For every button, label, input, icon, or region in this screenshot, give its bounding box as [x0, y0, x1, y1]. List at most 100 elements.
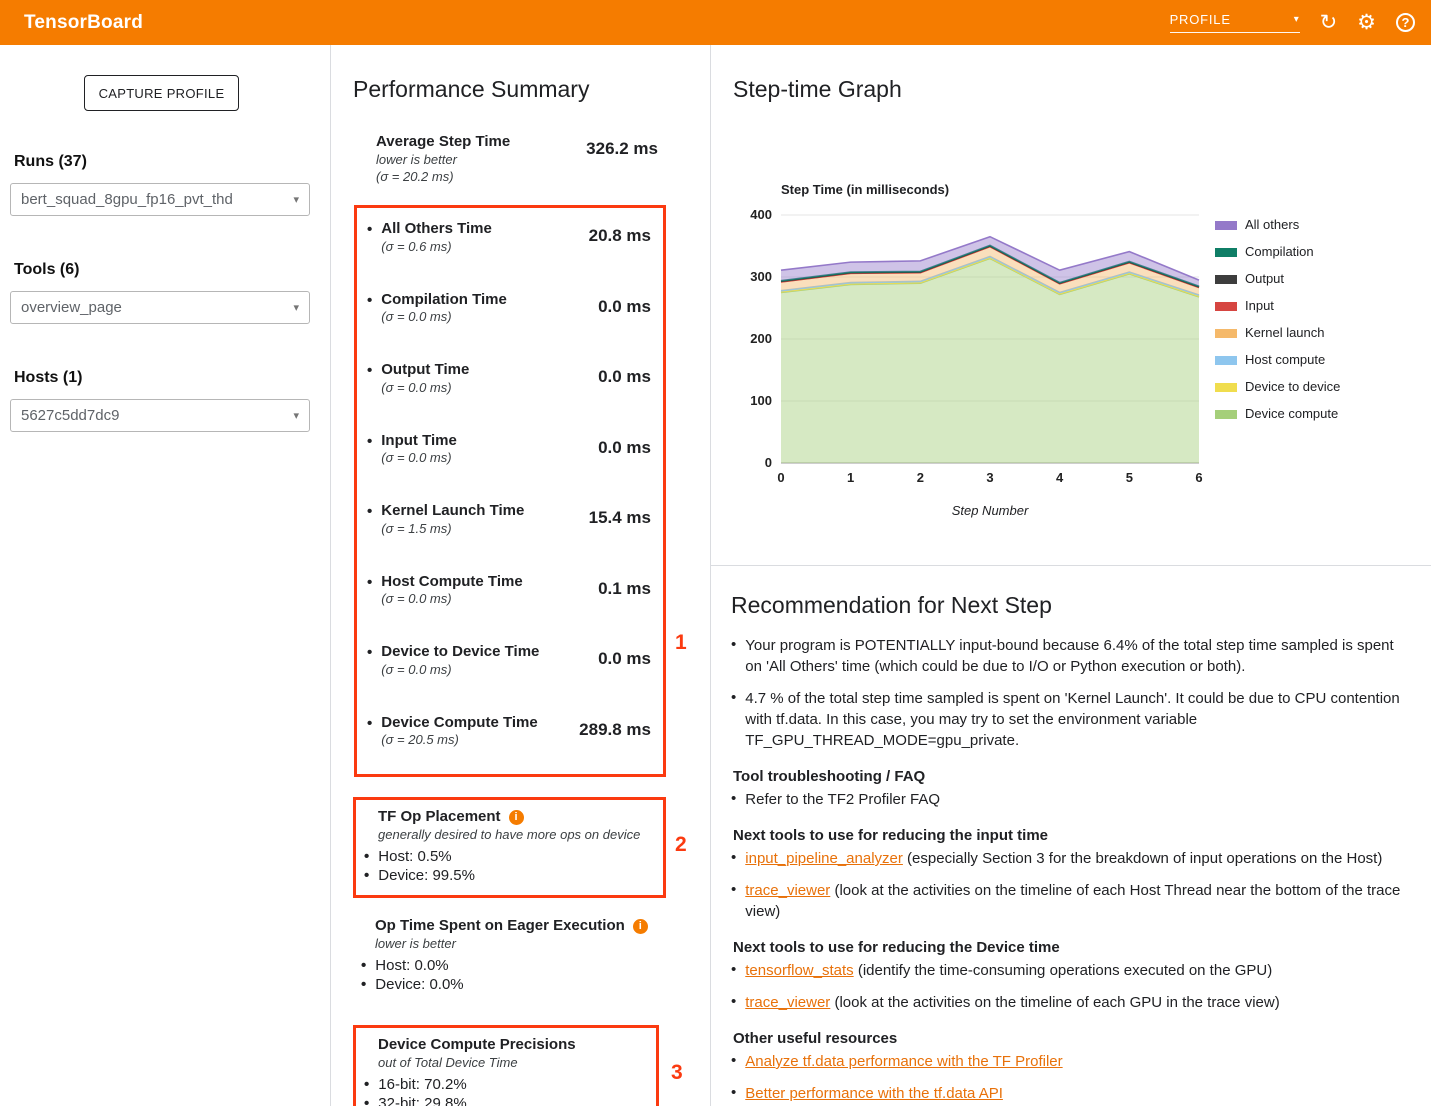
trace-viewer-link[interactable]: trace_viewer [745, 882, 830, 899]
other-resources-heading: Other useful resources [733, 1030, 1411, 1047]
legend-swatch [1215, 356, 1237, 365]
legend-swatch [1215, 302, 1237, 311]
svg-text:1: 1 [847, 470, 854, 485]
bullet-icon [731, 635, 736, 677]
precisions-note: out of Total Device Time [378, 1055, 646, 1072]
info-icon[interactable]: i [509, 810, 524, 825]
annotation-number-1: 1 [675, 631, 687, 655]
tf-op-placement-device: Device: 99.5% [364, 866, 653, 886]
faq-heading: Tool troubleshooting / FAQ [733, 768, 1411, 785]
sidebar: CAPTURE PROFILE Runs (37) bert_squad_8gp… [0, 45, 330, 1106]
recommendation-section: Recommendation for Next Step Your progra… [711, 566, 1431, 1104]
legend-item: Output [1215, 272, 1340, 287]
bullet-icon [731, 992, 736, 1013]
metric-value: 289.8 ms [579, 714, 651, 785]
input-pipeline-analyzer-link[interactable]: input_pipeline_analyzer [745, 850, 903, 867]
step-time-graph-title: Step-time Graph [733, 76, 1431, 103]
legend-item: Input [1215, 299, 1340, 314]
metric-label: All Others Time [381, 220, 492, 239]
svg-text:300: 300 [750, 269, 772, 284]
trace-viewer-link[interactable]: trace_viewer [745, 994, 830, 1011]
dashboard-selector-value: PROFILE [1170, 12, 1231, 27]
svg-text:0: 0 [777, 470, 784, 485]
chevron-down-icon: ▾ [1294, 14, 1300, 25]
legend-swatch [1215, 275, 1237, 284]
metric-value: 0.0 ms [598, 432, 651, 503]
hosts-select[interactable]: 5627c5dd7dc9 ▾ [10, 399, 310, 432]
metric-row: Host Compute Time (σ = 0.0 ms) 0.1 ms [367, 573, 651, 644]
metric-sigma: (σ = 0.0 ms) [381, 309, 507, 326]
metric-label: Input Time [381, 432, 457, 451]
tools-select[interactable]: overview_page ▾ [10, 291, 310, 324]
runs-select-value: bert_squad_8gpu_fp16_pvt_thd [21, 191, 233, 208]
tfdata-api-link[interactable]: Better performance with the tf.data API [745, 1085, 1003, 1102]
tf-op-placement-note: generally desired to have more ops on de… [378, 827, 653, 844]
bullet-icon [361, 975, 366, 995]
bullet-icon [731, 960, 736, 981]
dashboard-selector[interactable]: PROFILE ▾ [1170, 12, 1300, 33]
annotation-number-2: 2 [675, 833, 687, 857]
svg-text:400: 400 [750, 207, 772, 222]
chevron-down-icon: ▾ [293, 409, 299, 422]
tool-bullet: trace_viewer (look at the activities on … [731, 880, 1411, 922]
bullet-icon [364, 1094, 369, 1106]
help-icon[interactable]: ? [1396, 13, 1415, 32]
metric-label: Device Compute Time [381, 714, 537, 733]
metric-row: Compilation Time (σ = 0.0 ms) 0.0 ms [367, 291, 651, 362]
tool-bullet: tensorflow_stats (identify the time-cons… [731, 960, 1411, 981]
svg-text:5: 5 [1126, 470, 1133, 485]
precision-16bit: 16-bit: 70.2% [364, 1075, 646, 1095]
annotation-box-3: Device Compute Precisions out of Total D… [353, 1025, 659, 1106]
chevron-down-icon: ▾ [293, 301, 299, 314]
metric-value: 0.0 ms [598, 643, 651, 714]
bullet-icon [367, 502, 372, 573]
tool-bullet: trace_viewer (look at the activities on … [731, 992, 1411, 1013]
bullet-icon [364, 866, 369, 886]
runs-select[interactable]: bert_squad_8gpu_fp16_pvt_thd ▾ [10, 183, 310, 216]
bullet-icon [731, 1083, 736, 1104]
hosts-select-value: 5627c5dd7dc9 [21, 407, 119, 424]
annotation-box-2: TF Op Placementi generally desired to ha… [353, 797, 666, 898]
refresh-icon[interactable]: ↻ [1320, 12, 1338, 33]
legend-item: All others [1215, 218, 1340, 233]
precisions-title: Device Compute Precisions [378, 1036, 576, 1053]
metric-value: 20.8 ms [589, 220, 651, 291]
legend-item: Compilation [1215, 245, 1340, 260]
chart-x-axis-label: Step Number [781, 503, 1199, 518]
metric-value: 326.2 ms [586, 133, 658, 186]
tfdata-performance-link[interactable]: Analyze tf.data performance with the TF … [745, 1053, 1062, 1070]
right-panel: Step-time Graph Step Time (in millisecon… [710, 45, 1431, 1106]
tools-select-value: overview_page [21, 299, 122, 316]
info-icon[interactable]: i [633, 919, 648, 934]
app-title: TensorBoard [24, 12, 143, 34]
annotation-number-3: 3 [671, 1061, 683, 1085]
precision-32bit: 32-bit: 29.8% [364, 1094, 646, 1106]
metric-value: 0.1 ms [598, 573, 651, 644]
input-tools-heading: Next tools to use for reducing the input… [733, 827, 1411, 844]
metric-sigma: (σ = 0.6 ms) [381, 239, 492, 256]
metric-row: Device Compute Time (σ = 20.5 ms) 289.8 … [367, 714, 651, 785]
metric-row: Device to Device Time (σ = 0.0 ms) 0.0 m… [367, 643, 651, 714]
step-time-chart-area: Step Time (in milliseconds) 010020030040… [739, 182, 1205, 518]
legend-swatch [1215, 383, 1237, 392]
metric-row: Kernel Launch Time (σ = 1.5 ms) 15.4 ms [367, 502, 651, 573]
gear-icon[interactable]: ⚙ [1357, 12, 1376, 33]
metric-label: Device to Device Time [381, 643, 539, 662]
metric-label: Compilation Time [381, 291, 507, 310]
annotation-box-1: All Others Time (σ = 0.6 ms) 20.8 ms Com… [354, 205, 666, 777]
metric-sigma: (σ = 20.5 ms) [381, 732, 537, 749]
performance-summary-title: Performance Summary [353, 76, 710, 103]
tensorflow-stats-link[interactable]: tensorflow_stats [745, 962, 853, 979]
average-step-time-metric: Average Step Time lower is better (σ = 2… [376, 133, 658, 186]
svg-text:0: 0 [765, 455, 772, 470]
resource-bullet: Better performance with the tf.data API [731, 1083, 1411, 1104]
bullet-icon [731, 880, 736, 922]
capture-profile-button[interactable]: CAPTURE PROFILE [84, 75, 239, 111]
chevron-down-icon: ▾ [293, 193, 299, 206]
bullet-icon [367, 643, 372, 714]
svg-text:4: 4 [1056, 470, 1064, 485]
metric-sigma: (σ = 1.5 ms) [381, 521, 524, 538]
metric-row: All Others Time (σ = 0.6 ms) 20.8 ms [367, 220, 651, 291]
eager-title: Op Time Spent on Eager Execution [375, 917, 625, 934]
bullet-icon [361, 956, 366, 976]
